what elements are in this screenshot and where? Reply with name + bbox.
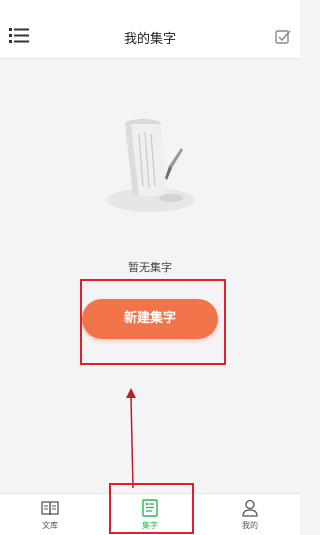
person-icon [242, 499, 258, 517]
new-collection-button[interactable]: 新建集字 [82, 299, 218, 339]
empty-state-text: 暂无集字 [128, 261, 172, 274]
tab-highlight-annotation [109, 483, 194, 534]
checkbox-edit-icon[interactable] [275, 29, 291, 45]
tab-library[interactable]: 文库 [20, 494, 80, 535]
tab-mine[interactable]: 我的 [220, 494, 280, 535]
arrow-up-annotation-icon [126, 388, 136, 488]
scroll-with-brush-icon [107, 119, 195, 212]
tab-library-label: 文库 [42, 521, 58, 530]
tab-mine-label: 我的 [242, 521, 258, 530]
open-book-icon [41, 501, 59, 516]
header-bar: 我的集字 [0, 0, 300, 59]
page-title: 我的集字 [123, 32, 176, 47]
